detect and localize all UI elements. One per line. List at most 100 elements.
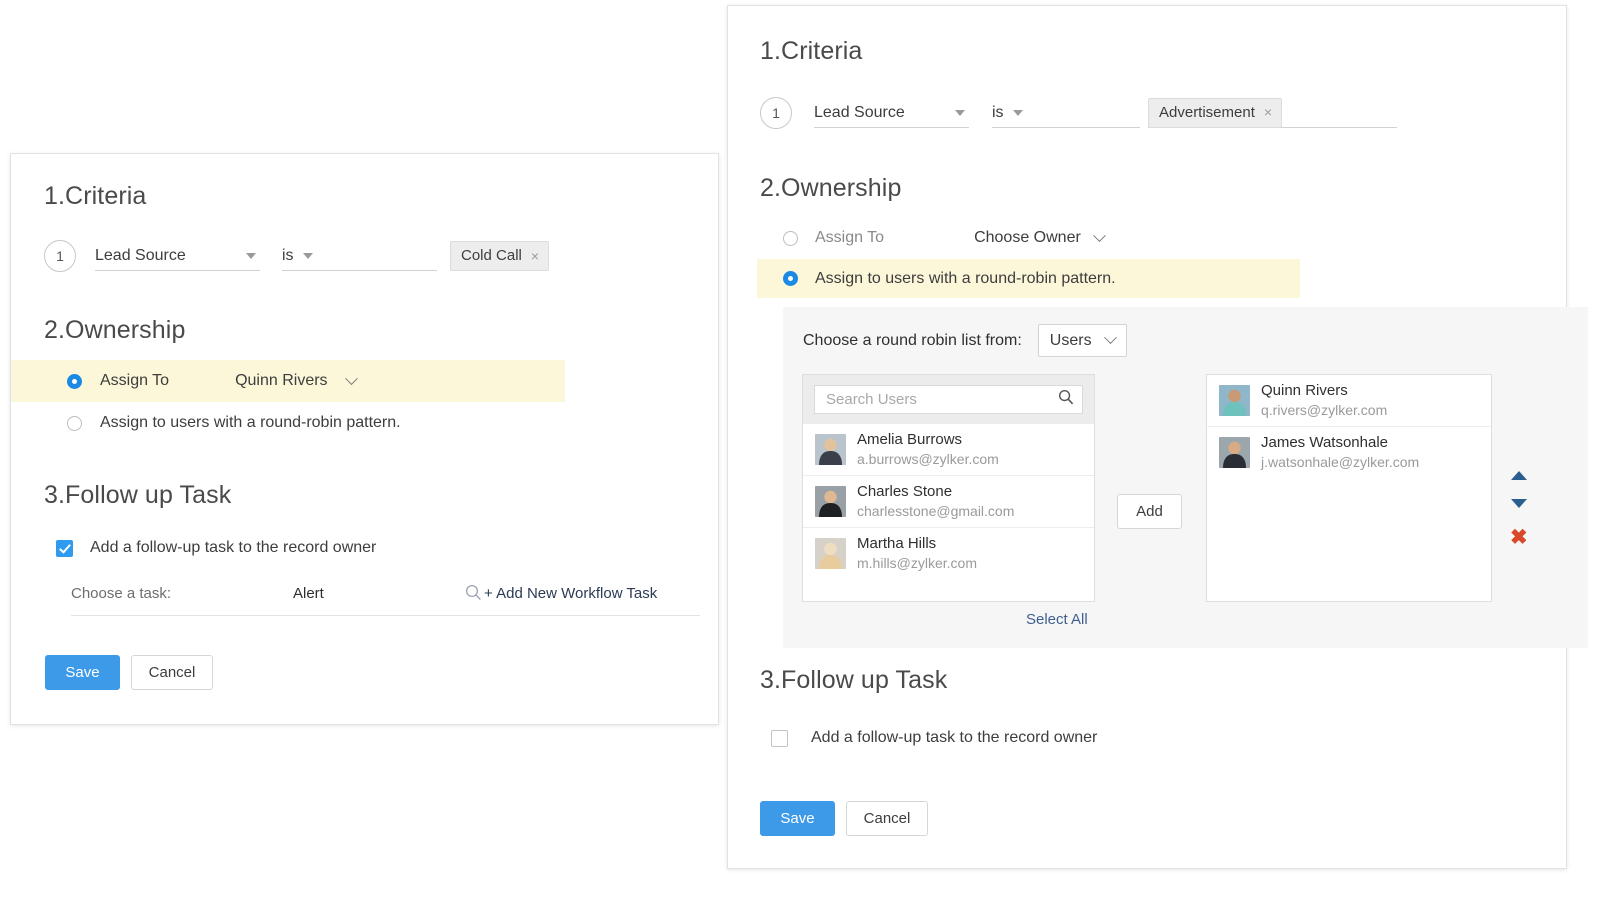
user-info: Quinn Riversq.rivers@zylker.com <box>1261 382 1387 419</box>
save-button-left[interactable]: Save <box>45 655 120 690</box>
user-info: Charles Stonecharlesstone@gmail.com <box>857 483 1014 520</box>
criteria-field-select[interactable]: Lead Source <box>95 241 260 271</box>
chevron-down-icon <box>1013 110 1023 116</box>
choose-task-value[interactable]: Alert <box>293 585 324 602</box>
user-name: James Watsonhale <box>1261 434 1419 453</box>
close-icon[interactable]: × <box>531 249 539 263</box>
criteria-operator-value: is <box>992 104 1004 122</box>
move-up-icon[interactable] <box>1511 471 1527 480</box>
list-item[interactable]: James Watsonhalej.watsonhale@zylker.com <box>1207 427 1491 478</box>
round-robin-radio[interactable] <box>67 416 82 431</box>
assign-to-radio[interactable] <box>67 374 82 389</box>
assign-to-radio[interactable] <box>783 231 798 246</box>
list-item[interactable]: Amelia Burrowsa.burrows@zylker.com <box>803 424 1094 476</box>
available-users-list: Amelia Burrowsa.burrows@zylker.com Charle… <box>802 374 1095 602</box>
select-all-link[interactable]: Select All <box>1026 611 1088 628</box>
move-down-icon[interactable] <box>1511 499 1527 508</box>
assign-to-label: Assign To <box>815 229 884 247</box>
list-item[interactable]: Martha Hillsm.hills@zylker.com <box>803 528 1094 579</box>
round-robin-source-select[interactable]: Users <box>1038 324 1127 357</box>
criteria-operator-select[interactable]: is <box>992 98 1140 128</box>
choose-owner-value[interactable]: Choose Owner <box>974 229 1081 247</box>
user-email: j.watsonhale@zylker.com <box>1261 453 1419 471</box>
user-name: Amelia Burrows <box>857 431 999 450</box>
criteria-field-value: Lead Source <box>95 247 186 265</box>
search-icon <box>465 584 482 601</box>
followup-checkbox-row-left[interactable]: Add a follow-up task to the record owner <box>56 539 376 557</box>
cancel-button-left[interactable]: Cancel <box>131 655 213 690</box>
chevron-down-icon <box>955 110 965 116</box>
choose-task-label: Choose a task: <box>71 585 171 602</box>
followup-heading-right: 3.Follow up Task <box>760 666 947 695</box>
assign-to-label: Assign To <box>100 372 169 390</box>
selected-users-list: Quinn Riversq.rivers@zylker.com James Wat… <box>1206 374 1492 602</box>
criteria-row-right: 1 Lead Source is Advertisement × <box>760 97 1460 129</box>
cancel-button-right[interactable]: Cancel <box>846 801 928 836</box>
chevron-down-icon <box>246 253 256 259</box>
avatar <box>1219 385 1250 416</box>
add-button[interactable]: Add <box>1117 494 1182 529</box>
avatar <box>815 538 846 569</box>
user-info: Martha Hillsm.hills@zylker.com <box>857 535 977 572</box>
criteria-value-chip[interactable]: Advertisement × <box>1148 98 1282 128</box>
criteria-operator-value: is <box>282 247 294 265</box>
user-email: q.rivers@zylker.com <box>1261 401 1387 419</box>
criteria-value-chip[interactable]: Cold Call × <box>450 241 549 271</box>
round-robin-picker: Choose a round robin list from: Users Am… <box>783 307 1588 648</box>
followup-checkbox-label: Add a follow-up task to the record owner <box>811 729 1097 747</box>
assign-to-option-right[interactable]: Assign To Choose Owner <box>783 229 1104 247</box>
round-robin-label: Assign to users with a round-robin patte… <box>815 270 1116 288</box>
workflow-rule-panel-left: 1.Criteria 1 Lead Source is Cold Call × … <box>10 153 719 725</box>
criteria-field-select[interactable]: Lead Source <box>814 98 969 128</box>
chevron-down-icon <box>345 372 358 385</box>
round-robin-option-left[interactable]: Assign to users with a round-robin patte… <box>67 414 401 432</box>
chevron-down-icon <box>1104 331 1117 344</box>
chevron-down-icon <box>303 253 313 259</box>
round-robin-source-value: Users <box>1050 332 1092 350</box>
user-name: Quinn Rivers <box>1261 382 1387 401</box>
available-users-rows: Amelia Burrowsa.burrows@zylker.com Charle… <box>803 424 1094 579</box>
criteria-operator-select[interactable]: is <box>282 241 437 271</box>
user-info: James Watsonhalej.watsonhale@zylker.com <box>1261 434 1419 471</box>
round-robin-source-row: Choose a round robin list from: Users <box>803 324 1127 357</box>
criteria-row-number: 1 <box>760 97 792 129</box>
add-new-workflow-task-link[interactable]: + Add New Workflow Task <box>484 585 657 602</box>
ownership-heading-left: 2.Ownership <box>44 316 185 345</box>
criteria-value-field[interactable]: Advertisement × <box>1148 98 1397 128</box>
followup-checkbox-row-right[interactable]: Add a follow-up task to the record owner <box>771 729 1097 747</box>
search-users-field[interactable] <box>814 385 1083 414</box>
criteria-row-number: 1 <box>44 240 76 272</box>
avatar <box>815 486 846 517</box>
user-name: Charles Stone <box>857 483 1014 502</box>
criteria-row-left: 1 Lead Source is Cold Call × <box>44 240 604 272</box>
reorder-controls: ✖ <box>1510 471 1528 548</box>
user-info: Amelia Burrowsa.burrows@zylker.com <box>857 431 999 468</box>
search-icon[interactable] <box>1058 389 1074 410</box>
user-email: m.hills@zylker.com <box>857 554 977 572</box>
list-item[interactable]: Quinn Riversq.rivers@zylker.com <box>1207 375 1491 427</box>
ownership-heading-right: 2.Ownership <box>760 174 901 203</box>
search-input[interactable] <box>824 390 1058 409</box>
followup-checkbox[interactable] <box>56 540 73 557</box>
choose-task-row: Choose a task: Alert + Add New Workflow … <box>71 581 700 616</box>
user-name: Martha Hills <box>857 535 977 554</box>
followup-heading-left: 3.Follow up Task <box>44 481 231 510</box>
criteria-value-chip-label: Cold Call <box>461 247 522 264</box>
round-robin-option-right[interactable]: Assign to users with a round-robin patte… <box>757 259 1300 298</box>
followup-checkbox[interactable] <box>771 730 788 747</box>
close-icon[interactable]: × <box>1264 105 1272 119</box>
criteria-heading-right: 1.Criteria <box>760 37 862 66</box>
assign-to-owner-value[interactable]: Quinn Rivers <box>235 372 327 390</box>
criteria-heading-left: 1.Criteria <box>44 182 146 211</box>
followup-checkbox-label: Add a follow-up task to the record owner <box>90 539 376 557</box>
list-item[interactable]: Charles Stonecharlesstone@gmail.com <box>803 476 1094 528</box>
chevron-down-icon <box>1093 229 1106 242</box>
user-email: charlesstone@gmail.com <box>857 502 1014 520</box>
avatar <box>1219 437 1250 468</box>
remove-icon[interactable]: ✖ <box>1510 527 1528 548</box>
round-robin-radio[interactable] <box>783 271 798 286</box>
round-robin-source-label: Choose a round robin list from: <box>803 332 1022 350</box>
assign-to-option-left[interactable]: Assign To Quinn Rivers <box>11 360 565 402</box>
save-button-right[interactable]: Save <box>760 801 835 836</box>
search-users-wrapper <box>803 375 1094 424</box>
